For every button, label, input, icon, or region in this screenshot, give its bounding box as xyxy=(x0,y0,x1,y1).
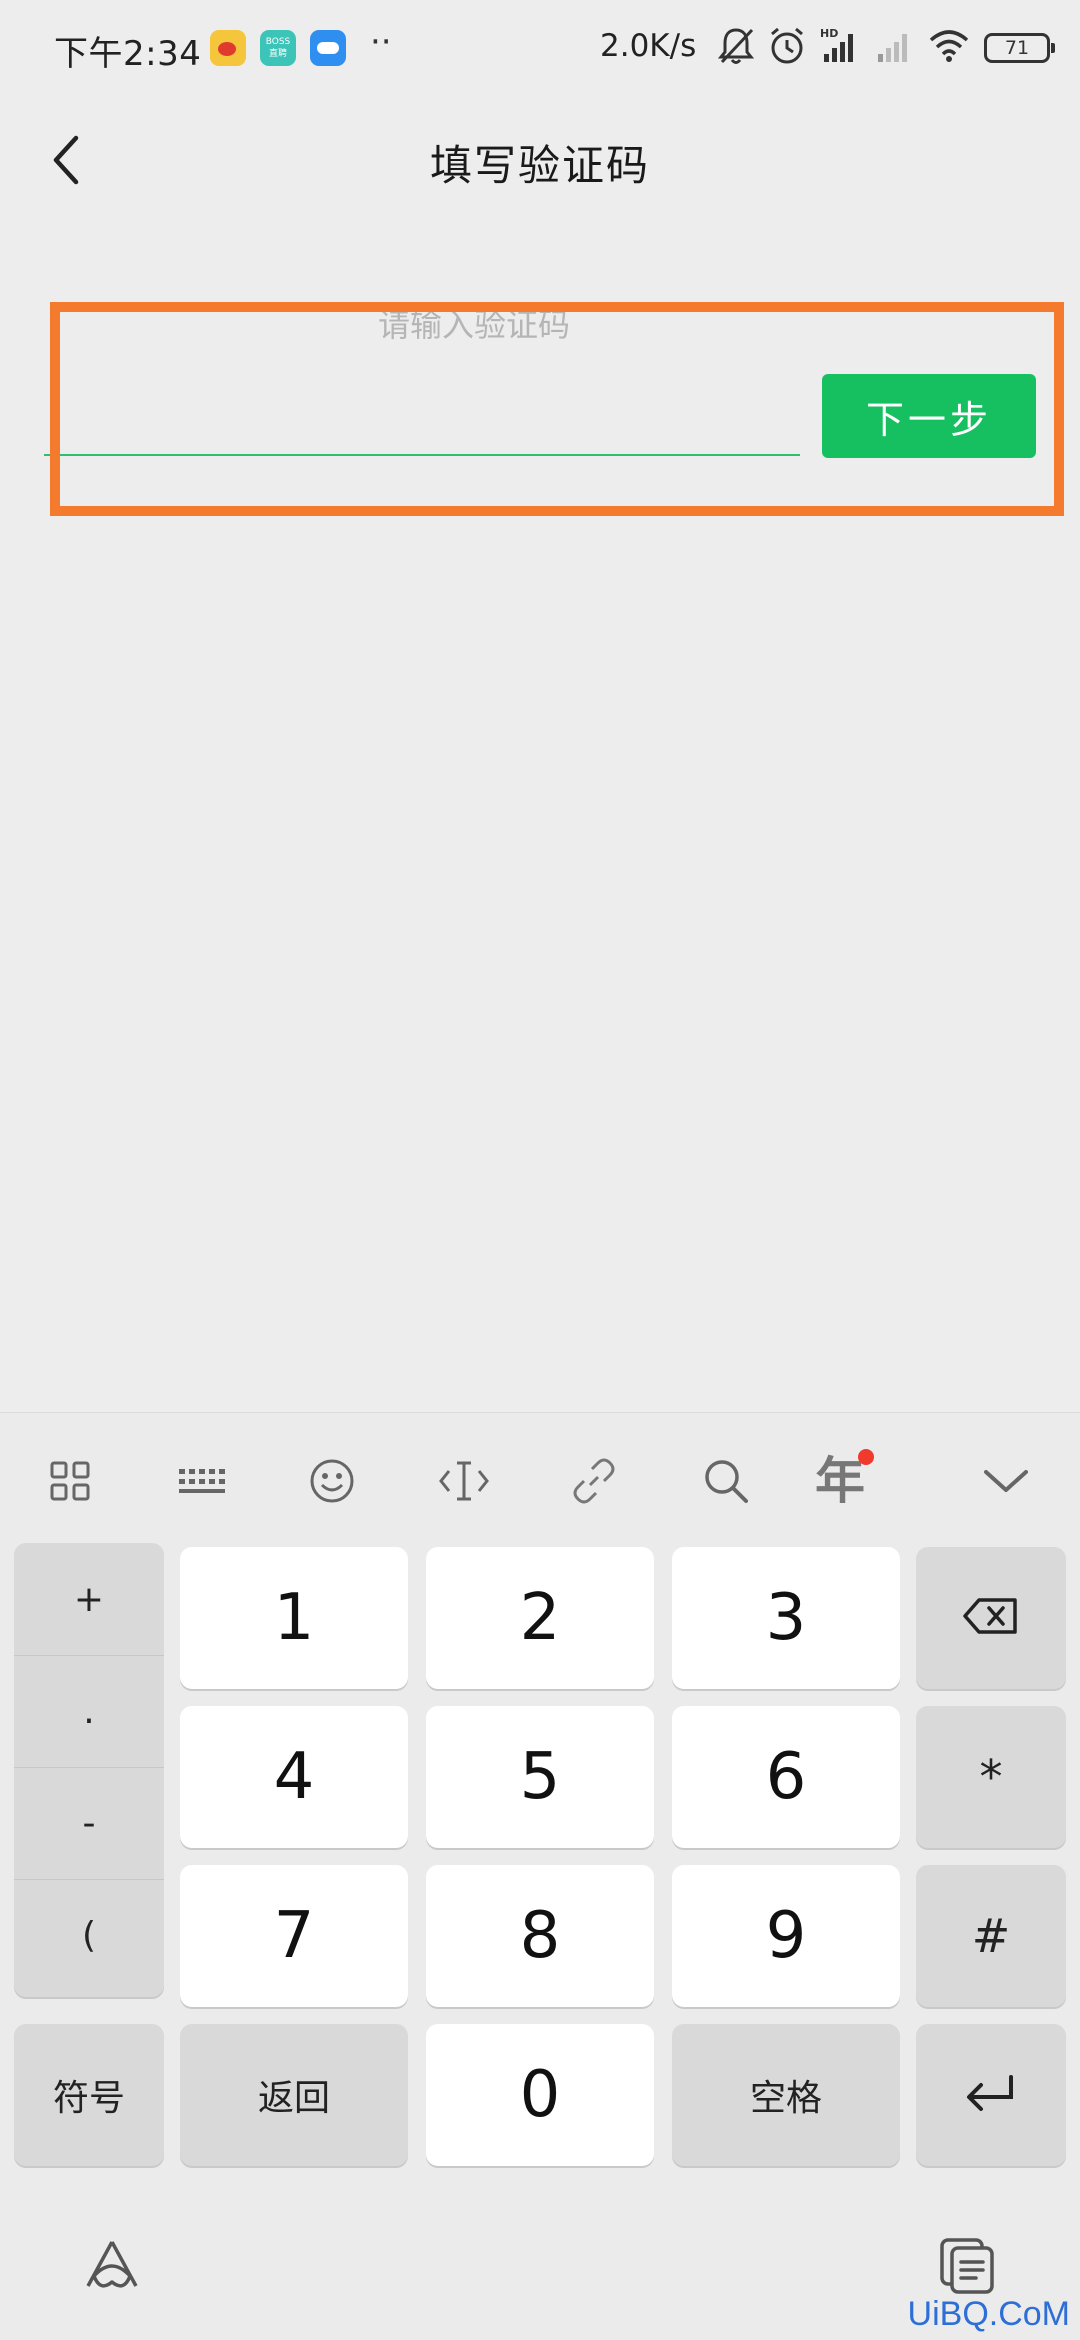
signal-icon xyxy=(874,26,914,70)
verification-code-input[interactable] xyxy=(44,344,800,456)
watermark: UiBQ.CoM xyxy=(907,2295,1070,2333)
grid-icon[interactable] xyxy=(42,1453,98,1509)
status-icons: HD 71 xyxy=(717,24,1055,72)
keyboard-icon[interactable] xyxy=(174,1453,230,1509)
wifi-icon xyxy=(928,28,970,68)
status-time: 下午2:34 xyxy=(54,34,202,74)
year-glyph: 年 xyxy=(815,1451,865,1510)
more-notifications-icon: ·· xyxy=(370,22,392,62)
key-8[interactable]: 8 xyxy=(426,1865,654,2007)
key-minus[interactable]: - xyxy=(14,1767,164,1879)
code-hint: 请输入验证码 xyxy=(377,306,570,340)
boss-app-icon: BOSS 直聘 xyxy=(260,30,296,66)
key-6[interactable]: 6 xyxy=(672,1706,900,1848)
chevron-down-icon[interactable] xyxy=(978,1453,1034,1509)
search-icon[interactable] xyxy=(698,1453,754,1509)
symbol-column: + . - ( xyxy=(14,1543,164,1997)
key-hash[interactable]: # xyxy=(916,1865,1066,2007)
key-plus[interactable]: + xyxy=(14,1543,164,1655)
weibo-app-icon xyxy=(210,30,246,66)
key-dot[interactable]: . xyxy=(14,1655,164,1767)
key-star[interactable]: * xyxy=(916,1706,1066,1848)
cursor-icon[interactable] xyxy=(436,1453,492,1509)
emoji-icon[interactable] xyxy=(304,1453,360,1509)
key-3[interactable]: 3 xyxy=(672,1547,900,1689)
cloud-app-icon xyxy=(310,30,346,66)
symbols-key[interactable]: 符号 xyxy=(14,2024,164,2166)
hd-signal-icon: HD xyxy=(820,26,860,70)
title-bar: 填写验证码 xyxy=(0,96,1080,228)
mute-bell-icon xyxy=(717,26,755,70)
status-bar: 下午2:34 BOSS 直聘 ·· 2.0K/s HD 71 xyxy=(0,0,1080,96)
notification-dot xyxy=(858,1449,874,1465)
enter-key[interactable] xyxy=(916,2024,1066,2166)
alarm-icon xyxy=(768,26,806,70)
next-step-button[interactable]: 下一步 xyxy=(822,374,1036,458)
key-2[interactable]: 2 xyxy=(426,1547,654,1689)
battery-indicator: 71 xyxy=(984,33,1055,63)
key-9[interactable]: 9 xyxy=(672,1865,900,2007)
key-7[interactable]: 7 xyxy=(180,1865,408,2007)
enter-icon xyxy=(963,2073,1019,2117)
page-title: 填写验证码 xyxy=(429,141,650,190)
key-4[interactable]: 4 xyxy=(180,1706,408,1848)
clipboard-icon[interactable] xyxy=(928,2226,1008,2306)
space-key[interactable]: 空格 xyxy=(672,2024,900,2166)
key-1[interactable]: 1 xyxy=(180,1547,408,1689)
backspace-key[interactable] xyxy=(916,1547,1066,1689)
key-5[interactable]: 5 xyxy=(426,1706,654,1848)
keyboard-toolbar: 年 xyxy=(0,1413,1080,1543)
keyboard-bottom-bar: UiBQ.CoM xyxy=(0,2196,1080,2340)
key-0[interactable]: 0 xyxy=(426,2024,654,2166)
network-speed: 2.0K/s xyxy=(600,28,697,64)
backspace-icon xyxy=(961,1596,1021,1640)
svg-text:HD: HD xyxy=(820,27,838,40)
year-icon[interactable]: 年 xyxy=(812,1449,874,1510)
key-paren[interactable]: ( xyxy=(14,1879,164,1991)
link-icon[interactable] xyxy=(566,1453,622,1509)
return-key[interactable]: 返回 xyxy=(180,2024,408,2166)
input-method-logo-icon[interactable] xyxy=(72,2226,152,2306)
